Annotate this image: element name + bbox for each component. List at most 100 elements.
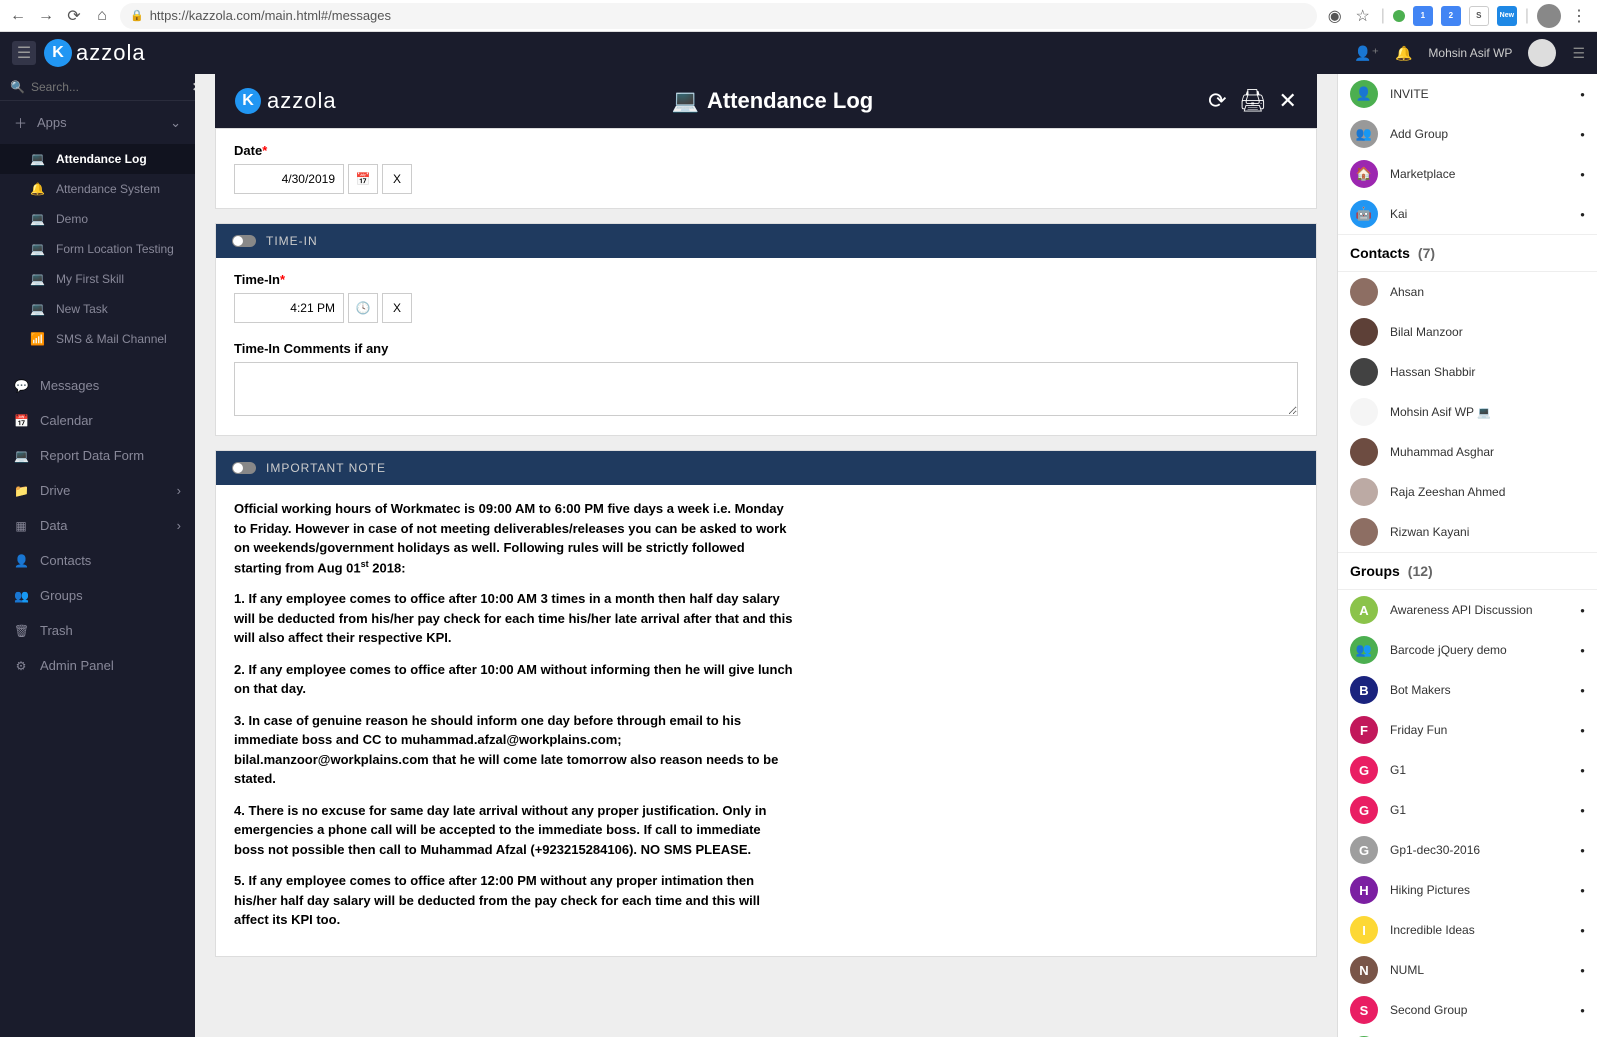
sidebar-item-sms-&-mail-channel[interactable]: 📶SMS & Mail Channel (0, 324, 195, 354)
sidebar-item-attendance-system[interactable]: 🔔Attendance System (0, 174, 195, 204)
back-button[interactable]: ← (8, 6, 28, 26)
main-content: K azzola 💻 Attendance Log ⟳ 🖨 ✕ Date* 📅 … (195, 74, 1337, 1037)
group-item[interactable]: SSecond Group● (1338, 990, 1597, 1030)
group-name: NUML (1390, 963, 1568, 977)
url-bar[interactable]: 🔒 https://kazzola.com/main.html#/message… (120, 3, 1317, 29)
status-dot-icon: ● (1580, 806, 1585, 815)
sidebar-item-label: My First Skill (56, 272, 124, 286)
page-logo-icon: K (235, 88, 261, 114)
sidebar-section-groups[interactable]: 👥Groups (0, 578, 195, 613)
bookmark-star-icon[interactable]: ☆ (1353, 6, 1373, 26)
sidebar-section-label: Drive (40, 483, 70, 498)
status-dot-icon: ● (1580, 606, 1585, 615)
action-invite[interactable]: 👤INVITE● (1338, 74, 1597, 114)
comments-textarea[interactable] (234, 362, 1298, 416)
home-button[interactable]: ⌂ (92, 6, 112, 26)
group-item[interactable]: GG1● (1338, 750, 1597, 790)
action-add-group[interactable]: 👥Add Group● (1338, 114, 1597, 154)
sidebar-section-drive[interactable]: 📁Drive› (0, 473, 195, 508)
time-clear-button[interactable]: X (382, 293, 412, 323)
laptop2-icon: 💻 (14, 449, 28, 463)
logo-k-icon: K (44, 39, 72, 67)
ext-2-icon[interactable]: 2 (1441, 6, 1461, 26)
time-picker-button[interactable]: 🕓 (348, 293, 378, 323)
laptop-icon: 💻 (30, 242, 44, 256)
chevron-down-icon: ⌄ (170, 115, 181, 131)
sidebar-item-my-first-skill[interactable]: 💻My First Skill (0, 264, 195, 294)
gear-icon: ⚙ (14, 659, 28, 673)
timein-input[interactable] (234, 293, 344, 323)
refresh-button[interactable]: ⟳ (1208, 88, 1226, 114)
contact-item[interactable]: Rizwan Kayani (1338, 512, 1597, 552)
close-button[interactable]: ✕ (1279, 88, 1297, 114)
action-marketplace[interactable]: 🏠Marketplace● (1338, 154, 1597, 194)
current-user-name[interactable]: Mohsin Asif WP (1428, 46, 1512, 60)
ext-green-dot-icon[interactable] (1393, 10, 1405, 22)
group-item[interactable]: IIncredible Ideas● (1338, 910, 1597, 950)
ext-new-icon[interactable]: New (1497, 6, 1517, 26)
group-item[interactable]: FFriday Fun● (1338, 710, 1597, 750)
ext-1-icon[interactable]: 1 (1413, 6, 1433, 26)
group-name: Friday Fun (1390, 723, 1568, 737)
contact-item[interactable]: Raja Zeeshan Ahmed (1338, 472, 1597, 512)
group-item[interactable]: AAwareness API Discussion● (1338, 590, 1597, 630)
notifications-bell-icon[interactable]: 🔔 (1395, 45, 1412, 62)
group-item[interactable]: 👥Barcode jQuery demo● (1338, 630, 1597, 670)
group-item[interactable]: GG1● (1338, 790, 1597, 830)
eye-icon[interactable]: ◉ (1325, 6, 1345, 26)
hamburger-menu-button[interactable]: ☰ (12, 41, 36, 65)
sidebar-item-label: Attendance System (56, 182, 160, 196)
print-button[interactable]: 🖨 (1239, 88, 1267, 114)
action-label: INVITE (1390, 87, 1568, 101)
date-clear-button[interactable]: X (382, 164, 412, 194)
contact-item[interactable]: Mohsin Asif WP 💻 (1338, 392, 1597, 432)
sidebar-item-new-task[interactable]: 💻New Task (0, 294, 195, 324)
group-name: Hiking Pictures (1390, 883, 1568, 897)
trash-icon: 🗑 (14, 624, 28, 638)
sidebar-section-label: Trash (40, 623, 73, 638)
sidebar-section-calendar[interactable]: 📅Calendar (0, 403, 195, 438)
group-item[interactable]: Wweb group● (1338, 1030, 1597, 1037)
contact-name: Mohsin Asif WP 💻 (1390, 405, 1585, 419)
group-avatar: G (1350, 756, 1378, 784)
group-item[interactable]: HHiking Pictures● (1338, 870, 1597, 910)
contact-item[interactable]: Ahsan (1338, 272, 1597, 312)
contact-item[interactable]: Muhammad Asghar (1338, 432, 1597, 472)
sidebar-section-messages[interactable]: 💬Messages (0, 368, 195, 403)
sidebar-section-contacts[interactable]: 👤Contacts (0, 543, 195, 578)
settings-menu-icon[interactable]: ☰ (1572, 45, 1585, 62)
apps-section-header[interactable]: ＋ Apps ⌄ (0, 101, 195, 144)
browser-menu-icon[interactable]: ⋮ (1569, 6, 1589, 26)
sidebar-section-data[interactable]: ▦Data› (0, 508, 195, 543)
reload-button[interactable]: ⟳ (64, 6, 84, 26)
group-avatar: H (1350, 876, 1378, 904)
contact-item[interactable]: Hassan Shabbir (1338, 352, 1597, 392)
sidebar-search-input[interactable] (31, 80, 186, 94)
sidebar-section-admin-panel[interactable]: ⚙Admin Panel (0, 648, 195, 683)
sidebar-item-attendance-log[interactable]: 💻Attendance Log (0, 144, 195, 174)
group-item[interactable]: GGp1-dec30-2016● (1338, 830, 1597, 870)
browser-profile-avatar[interactable] (1537, 4, 1561, 28)
app-logo[interactable]: K azzola (44, 39, 146, 67)
date-input[interactable] (234, 164, 344, 194)
forward-button[interactable]: → (36, 6, 56, 26)
ext-s-icon[interactable]: S (1469, 6, 1489, 26)
sidebar-item-demo[interactable]: 💻Demo (0, 204, 195, 234)
note-toggle[interactable] (232, 462, 256, 474)
calendar-picker-button[interactable]: 📅 (348, 164, 378, 194)
action-kai[interactable]: 🤖Kai● (1338, 194, 1597, 234)
group-item[interactable]: BBot Makers● (1338, 670, 1597, 710)
sidebar-section-trash[interactable]: 🗑 Trash (0, 613, 195, 648)
contact-name: Rizwan Kayani (1390, 525, 1585, 539)
group-item[interactable]: NNUML● (1338, 950, 1597, 990)
group-name: Incredible Ideas (1390, 923, 1568, 937)
group-name: Barcode jQuery demo (1390, 643, 1568, 657)
sidebar-item-form-location-testing[interactable]: 💻Form Location Testing (0, 234, 195, 264)
group-avatar: G (1350, 836, 1378, 864)
group-avatar: N (1350, 956, 1378, 984)
timein-toggle[interactable] (232, 235, 256, 247)
sidebar-section-report-data-form[interactable]: 💻Report Data Form (0, 438, 195, 473)
contact-item[interactable]: Bilal Manzoor (1338, 312, 1597, 352)
add-user-icon[interactable]: 👤⁺ (1354, 45, 1379, 62)
current-user-avatar[interactable] (1528, 39, 1556, 67)
